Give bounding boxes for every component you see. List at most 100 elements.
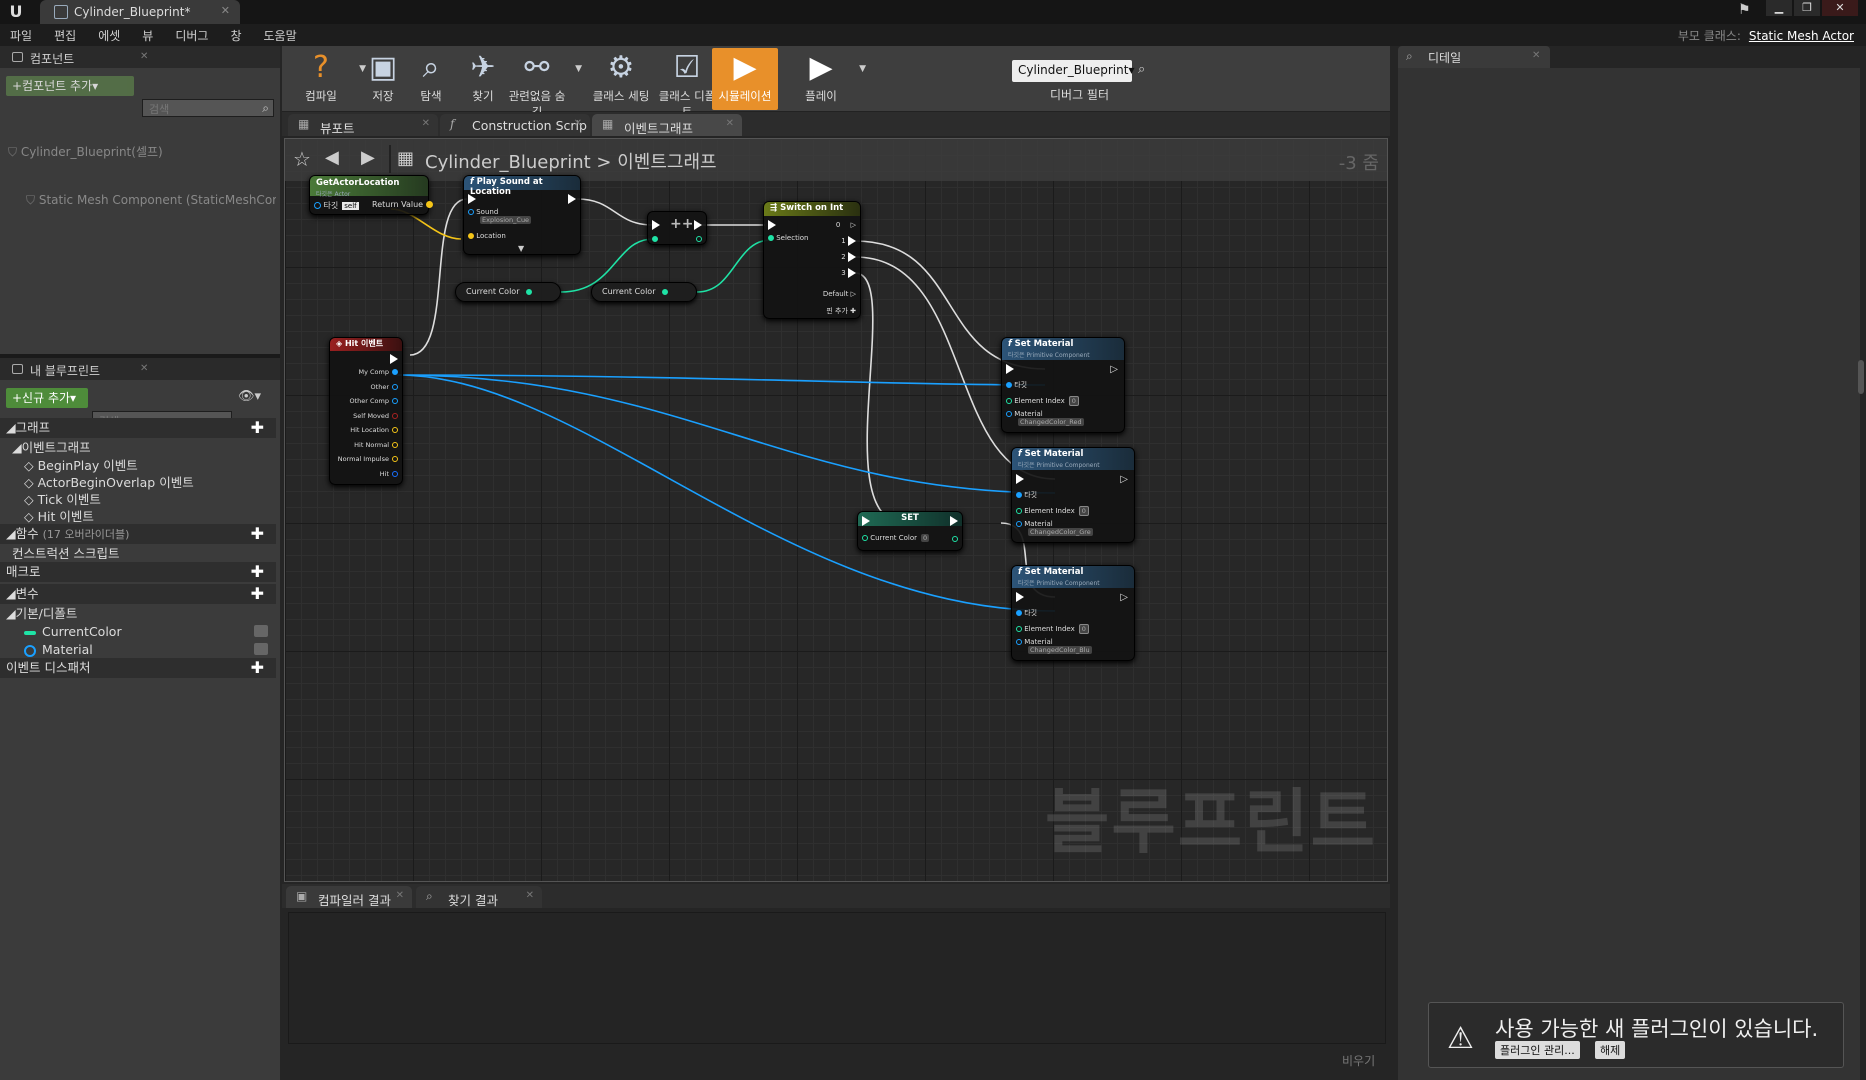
scrollbar-handle[interactable] [1858, 360, 1864, 394]
close-tab-icon[interactable]: ✕ [726, 118, 734, 129]
menu-debug[interactable]: 디버그 [175, 27, 208, 44]
blueprint-tree-row[interactable]: ◢함수 (17 오버라이더블) ✚ [0, 524, 276, 544]
add-icon[interactable]: ✚ [251, 418, 264, 438]
close-tab-icon[interactable]: ✕ [396, 890, 404, 901]
menu-help[interactable]: 도움말 [264, 27, 297, 44]
switch-out-0[interactable]: 0 ▷ [836, 220, 856, 230]
parent-class-link[interactable]: Static Mesh Actor [1749, 29, 1854, 43]
close-panel-icon[interactable]: ✕ [140, 51, 148, 62]
pin-target[interactable]: 타깃 self [314, 200, 359, 211]
visibility-toggle-icon[interactable] [254, 625, 268, 637]
component-item-self[interactable]: ⛉ Cylinder_Blueprint(셀프) [8, 142, 288, 162]
pin-current-color[interactable]: Current Color 0 [862, 534, 930, 542]
hit-event-pin[interactable]: Normal Impulse [338, 455, 398, 463]
hit-event-pin[interactable]: Hit Location [350, 426, 398, 434]
exec-out-pin[interactable]: ▷ [1120, 592, 1128, 603]
add-icon[interactable]: ✚ [251, 658, 264, 678]
details-tab[interactable]: ⌕ 디테일 ✕ [1398, 46, 1550, 68]
blueprint-tree-row[interactable]: ◢기본/디폴트 [0, 604, 276, 624]
simulation-button[interactable]: ▶ 시뮬레이션 [712, 48, 778, 110]
pin-target[interactable]: 타깃 [1016, 490, 1037, 500]
exec-in-pin[interactable] [1006, 364, 1014, 374]
exec-in-pin[interactable] [862, 516, 870, 526]
pin-sound[interactable]: Sound Explosion_Cue [468, 208, 532, 224]
material-value-field[interactable]: ChangedColor_Blu [1028, 646, 1092, 654]
class-settings-button[interactable]: ⚙ 클래스 세팅 [588, 48, 654, 110]
node-switch-on-int[interactable]: ⇶ Switch on Int Selection 0 ▷ 1 2 3 Defa… [763, 201, 861, 319]
feedback-icon[interactable]: ⚑ [1738, 2, 1751, 18]
view-options-eye-icon[interactable]: 👁▾ [238, 389, 261, 404]
menu-window[interactable]: 창 [230, 27, 241, 44]
pin-material[interactable]: Material ChangedColor_Gre [1016, 520, 1093, 536]
pin-element-index[interactable]: Element Index 0 [1016, 624, 1089, 634]
add-pin-button[interactable]: 핀 추가 ✚ [826, 306, 856, 316]
close-tab-icon[interactable]: ✕ [526, 890, 534, 901]
component-search-input[interactable]: 검색 ⌕ [142, 99, 274, 117]
add-icon[interactable]: ✚ [251, 524, 264, 544]
exec-in-pin[interactable] [768, 220, 776, 230]
close-window-icon[interactable]: ✕ [1822, 0, 1858, 16]
hide-unrelated-button[interactable]: ⚯관련없음 숨김▼ [504, 48, 582, 119]
visibility-toggle-icon[interactable] [254, 643, 268, 655]
int-in-pin[interactable] [652, 234, 658, 243]
exec-out-pin[interactable] [568, 194, 576, 204]
maximize-icon[interactable]: ❐ [1794, 0, 1820, 16]
pin-target[interactable]: 타깃 [1016, 608, 1037, 618]
blueprint-tree-row[interactable]: CurrentColor [0, 622, 276, 642]
element-index-field[interactable]: 0 [1078, 624, 1089, 634]
add-icon[interactable]: ✚ [251, 584, 264, 604]
dismiss-button[interactable]: 해제 [1595, 1041, 1626, 1059]
class-defaults-button[interactable]: ☑클래스 디폴트 [654, 48, 720, 119]
node-set-material-3[interactable]: f Set Material 타깃은 Primitive Component ▷ 타… [1011, 565, 1135, 661]
exec-out-pin[interactable]: ▷ [1120, 474, 1128, 485]
close-tab-icon[interactable]: ✕ [574, 118, 582, 129]
int-out-pin[interactable] [952, 534, 958, 543]
document-tab[interactable]: Cylinder_Blueprint* ✕ [40, 0, 240, 24]
material-value-field[interactable]: ChangedColor_Gre [1028, 528, 1093, 536]
clear-button[interactable]: 비우기 [1342, 1052, 1375, 1069]
hit-event-pin[interactable]: Self Moved [353, 412, 398, 420]
exec-out-pin[interactable] [950, 516, 958, 526]
play-button[interactable]: ▶ 플레이 ▼ [788, 48, 866, 110]
blueprint-tree-row[interactable]: 컨스트럭션 스크립트 [0, 544, 276, 564]
pin-selection[interactable]: Selection [768, 234, 809, 242]
close-panel-icon[interactable]: ✕ [140, 363, 148, 374]
pin-return-value[interactable]: Return Value [372, 200, 433, 209]
dropdown-arrow-icon[interactable]: ▼ [859, 64, 866, 74]
tab-compiler-results[interactable]: ▣ 컴파일러 결과 ✕ [286, 886, 412, 908]
node-set-current-color[interactable]: SET Current Color 0 [857, 511, 963, 551]
blueprint-tree-row[interactable]: ◢변수 ✚ [0, 584, 276, 604]
tab-event-graph[interactable]: ▦ 이벤트그래프 ✕ [592, 114, 742, 136]
blueprint-tree-row[interactable]: ◢그래프 ✚ [0, 418, 276, 438]
exec-out-pin[interactable]: ▷ [1110, 364, 1118, 375]
favorite-star-icon[interactable]: ☆ [293, 147, 311, 171]
switch-out-default[interactable]: Default ▷ [823, 290, 856, 298]
close-tab-icon[interactable]: ✕ [422, 118, 430, 129]
hit-event-pin[interactable]: Hit [380, 470, 398, 478]
manage-plugins-button[interactable]: 플러그인 관리... [1495, 1041, 1580, 1059]
exec-out-pin[interactable] [390, 354, 398, 364]
hit-event-pin[interactable]: Hit Normal [354, 441, 398, 449]
tab-construction-script[interactable]: f Construction Scrip ✕ [440, 114, 590, 136]
node-get-current-color-2[interactable]: Current Color [591, 282, 697, 302]
component-item-static-mesh[interactable]: ⛉ Static Mesh Component (StaticMeshCompo [26, 190, 276, 210]
add-component-button[interactable]: +컴포넌트 추가▾ [6, 76, 134, 96]
back-arrow-icon[interactable]: ◀ [325, 147, 339, 168]
node-get-current-color-1[interactable]: Current Color [455, 282, 561, 302]
menu-edit[interactable]: 편집 [54, 27, 76, 44]
element-index-field[interactable]: 0 [1068, 396, 1079, 406]
event-graph-canvas[interactable]: ☆ ◀ ▶ ▦ Cylinder_Blueprint > 이벤트그래프 -3 줌… [284, 138, 1388, 882]
material-value-field[interactable]: ChangedColor_Red [1018, 418, 1084, 426]
menu-view[interactable]: 뷰 [142, 27, 153, 44]
node-increment[interactable]: ++ [647, 211, 707, 245]
close-tab-icon[interactable]: ✕ [1532, 50, 1540, 61]
blueprint-tree-row[interactable]: 이벤트 디스패처 ✚ [0, 658, 276, 678]
hit-event-pin[interactable]: Other [371, 383, 398, 391]
exec-in-pin[interactable] [468, 194, 476, 204]
switch-out-2[interactable]: 2 [841, 252, 856, 262]
pin-material[interactable]: Material ChangedColor_Red [1006, 410, 1084, 426]
tab-viewport[interactable]: ▦ 뷰포트 ✕ [288, 114, 438, 136]
tab-find-results[interactable]: ⌕ 찾기 결과 ✕ [416, 886, 542, 908]
exec-in-pin[interactable] [1016, 592, 1024, 602]
pin-location[interactable]: Location [468, 232, 506, 240]
